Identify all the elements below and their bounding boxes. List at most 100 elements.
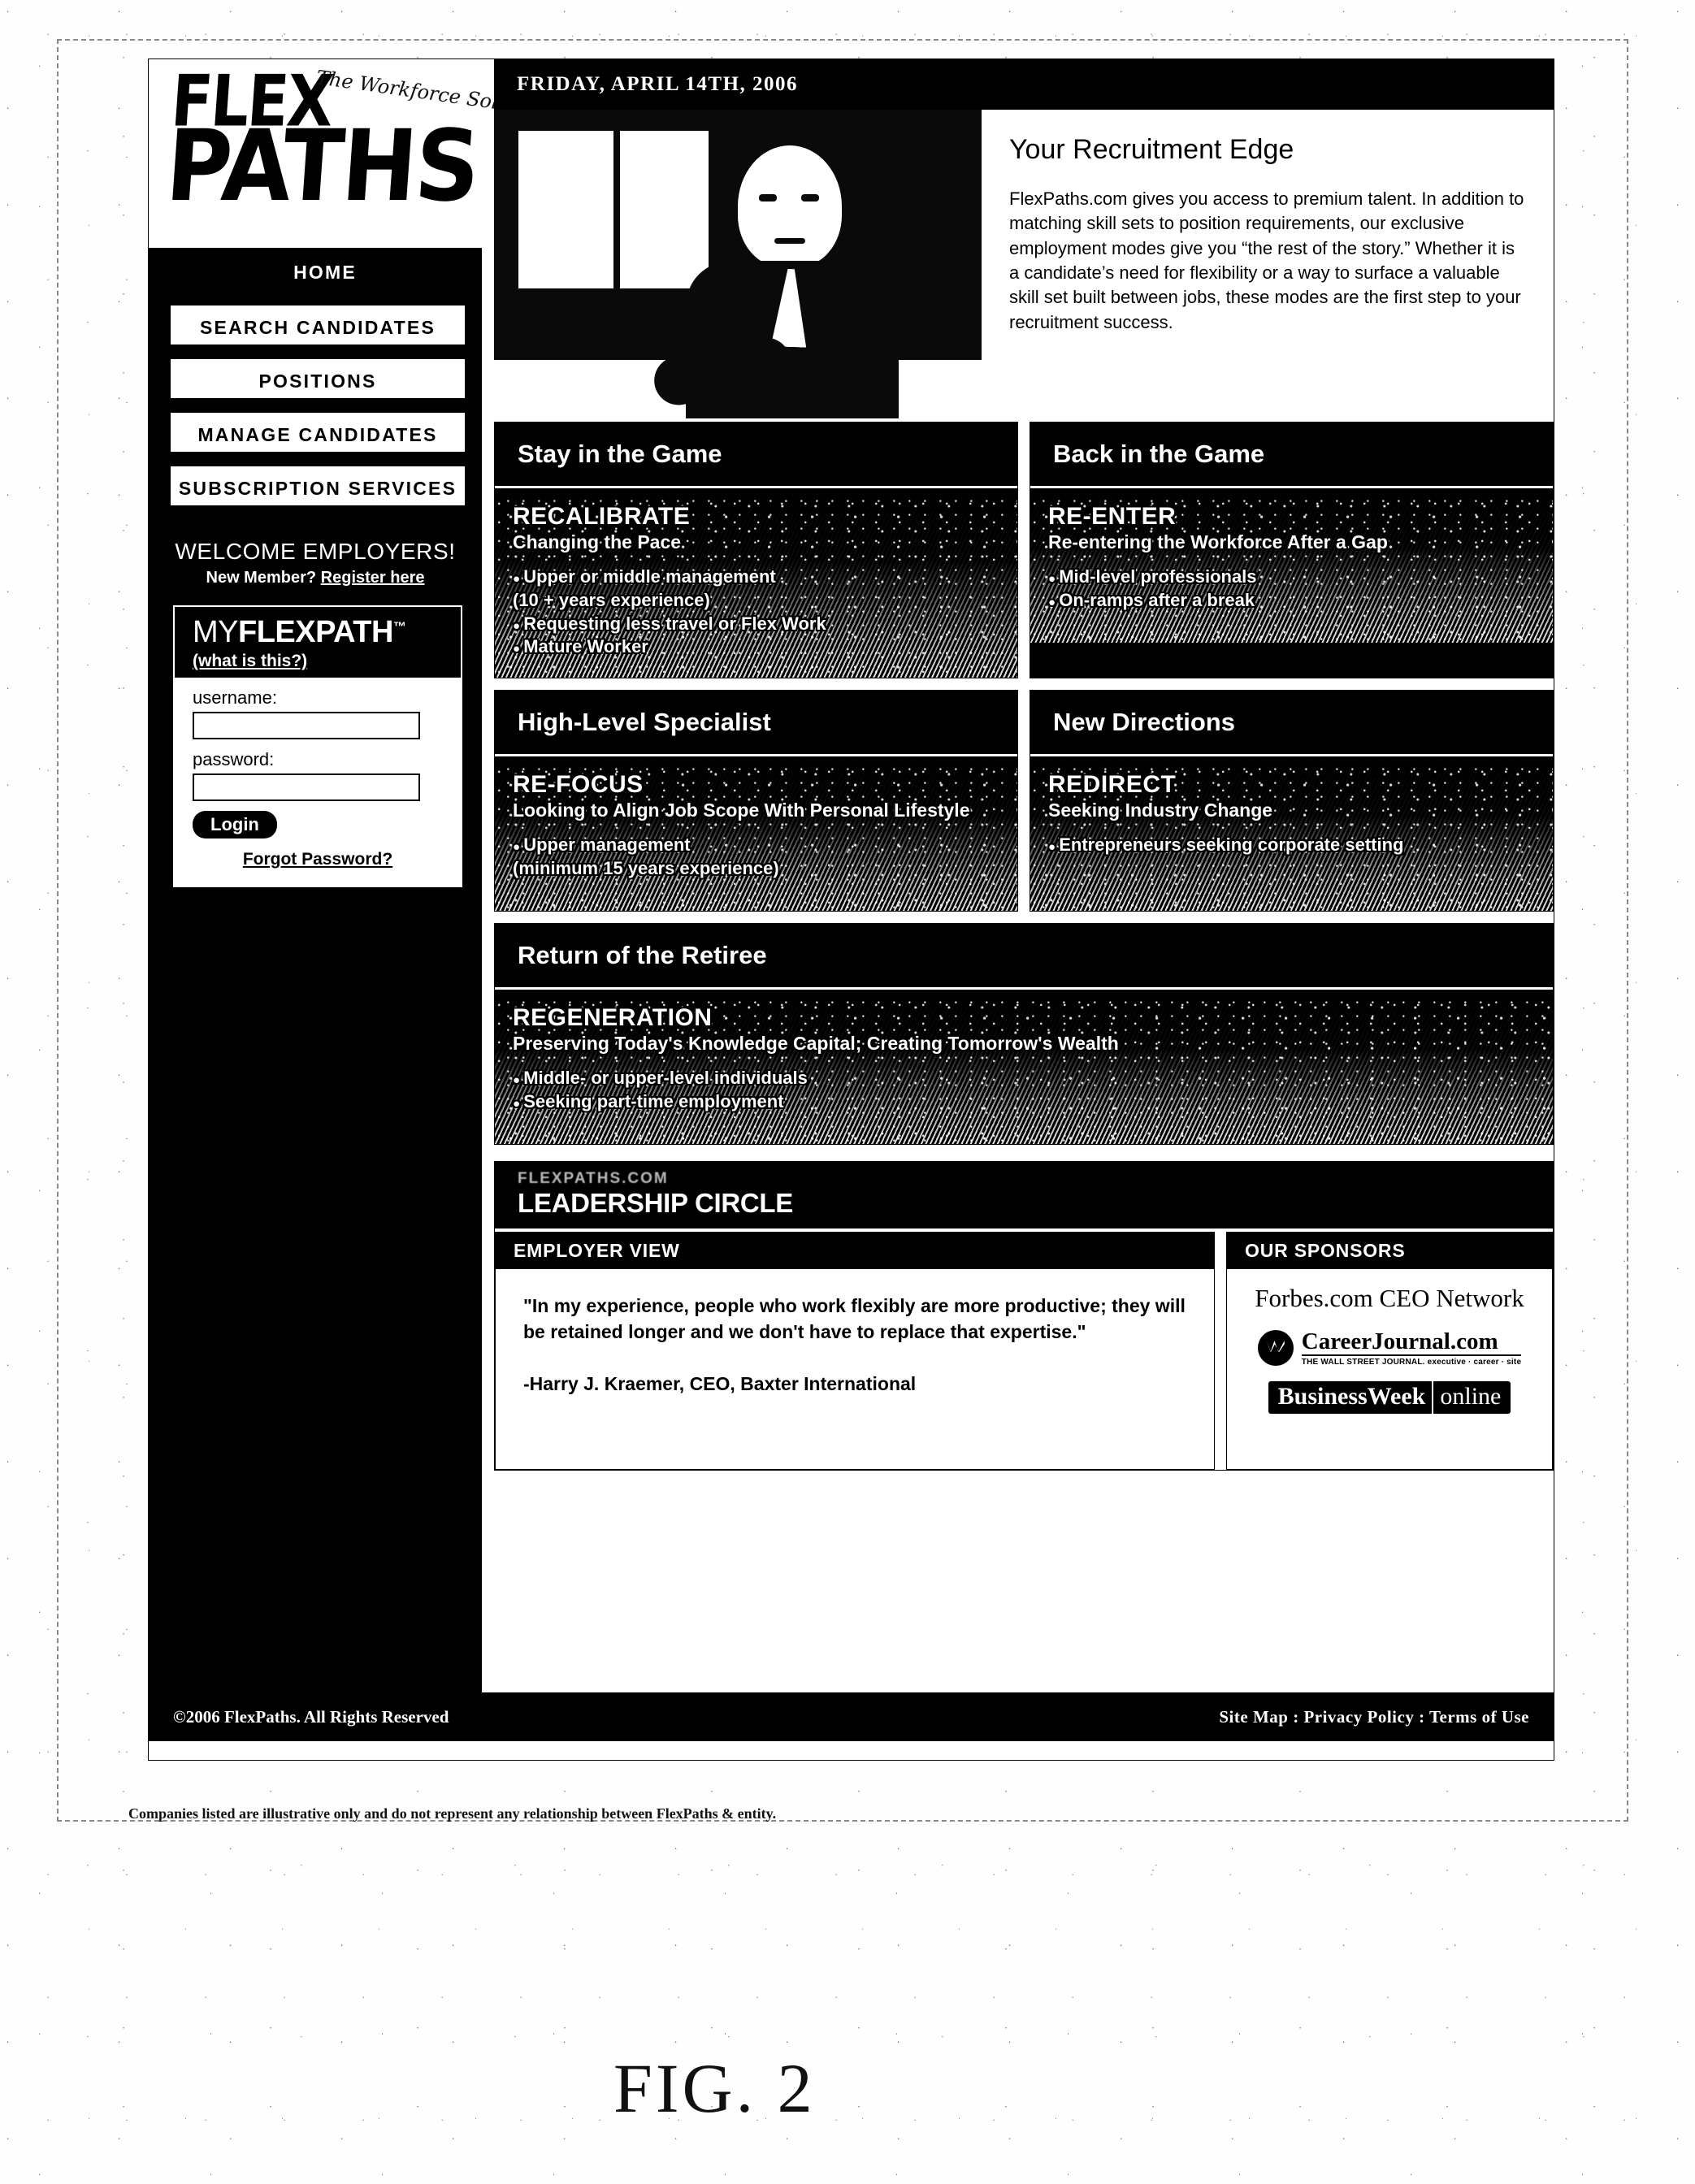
mode-panel-title: High-Level Specialist bbox=[495, 691, 1017, 757]
hero-section: Your Recruitment Edge FlexPaths.com give… bbox=[494, 110, 1554, 422]
login-form: username: password: Login Forgot Passwor… bbox=[175, 678, 461, 886]
leadership-circle-header: FLEXPATHS.COM LEADERSHIP CIRCLE bbox=[495, 1162, 1553, 1229]
hero-body-text: FlexPaths.com gives you access to premiu… bbox=[1009, 188, 1524, 332]
sidebar-nav-list: HOME SEARCH CANDIDATES POSITIONS MANAGE … bbox=[149, 248, 482, 508]
page-footer: ©2006 FlexPaths. All Rights Reserved Sit… bbox=[149, 1692, 1554, 1741]
mode-panel-body: RE-ENTER Re-entering the Workforce After… bbox=[1030, 488, 1553, 643]
welcome-subtitle: New Member? Register here bbox=[149, 569, 482, 587]
mode-panel-body: REDIRECT Seeking Industry Change Entrepr… bbox=[1030, 756, 1553, 912]
footer-copyright: ©2006 FlexPaths. All Rights Reserved bbox=[173, 1706, 449, 1727]
mode-bullet-list: Middle- or upper-level individuals Seeki… bbox=[513, 1068, 1535, 1113]
sponsor-forbes-logo[interactable]: Forbes.com CEO Network bbox=[1235, 1284, 1544, 1313]
mode-subtitle: Looking to Align Job Scope With Personal… bbox=[513, 800, 970, 821]
mode-name-re-enter: RE-ENTER bbox=[1048, 503, 1177, 530]
sidebar-item-positions[interactable]: POSITIONS bbox=[168, 357, 467, 401]
hero-text-block: Your Recruitment Edge FlexPaths.com give… bbox=[982, 110, 1554, 418]
password-input[interactable] bbox=[193, 774, 420, 801]
sponsors-body: Forbes.com CEO Network CareerJournal.com… bbox=[1227, 1269, 1552, 1452]
employer-quote-attribution: -Harry J. Kraemer, CEO, Baxter Internati… bbox=[523, 1372, 917, 1394]
list-item: Middle- or upper-level individuals bbox=[513, 1068, 1535, 1090]
mode-panel-stay-in-the-game[interactable]: Stay in the Game RECALIBRATE Changing th… bbox=[494, 422, 1018, 679]
sponsors-panel: OUR SPONSORS Forbes.com CEO Network Care… bbox=[1226, 1232, 1553, 1471]
figure-label: FIG. 2 bbox=[613, 2049, 816, 2127]
employment-modes-grid: Stay in the Game RECALIBRATE Changing th… bbox=[494, 422, 1554, 1146]
site-logo[interactable]: FLEX PATHS The Workforce Solution bbox=[149, 59, 550, 248]
sidebar: FLEX PATHS The Workforce Solution HOME S… bbox=[149, 59, 550, 1692]
mode-panel-title: Stay in the Game bbox=[495, 422, 1017, 488]
login-button[interactable]: Login bbox=[193, 811, 277, 838]
footer-link-site-map[interactable]: Site Map bbox=[1219, 1707, 1288, 1727]
sidebar-item-home[interactable]: HOME bbox=[168, 248, 482, 292]
mode-panel-new-directions[interactable]: New Directions REDIRECT Seeking Industry… bbox=[1030, 690, 1554, 912]
mode-name-re-focus: RE-FOCUS bbox=[513, 771, 644, 799]
sponsor-careerjournal-logo[interactable]: CareerJournal.com THE WALL STREET JOURNA… bbox=[1235, 1329, 1544, 1367]
list-item: Requesting less travel or Flex Work bbox=[513, 613, 999, 635]
mode-panel-back-in-the-game[interactable]: Back in the Game RE-ENTER Re-entering th… bbox=[1030, 422, 1554, 679]
username-label: username: bbox=[193, 687, 277, 708]
logo-text-paths: PATHS bbox=[163, 108, 483, 223]
trademark-symbol: ™ bbox=[392, 620, 406, 635]
list-item: Upper or middle management bbox=[513, 566, 999, 588]
forgot-password-link[interactable]: Forgot Password? bbox=[193, 850, 443, 869]
footer-link-privacy-policy[interactable]: Privacy Policy bbox=[1303, 1707, 1414, 1727]
footer-links: Site Map : Privacy Policy : Terms of Use bbox=[1219, 1707, 1529, 1727]
web-page-screenshot: FLEX PATHS The Workforce Solution HOME S… bbox=[148, 58, 1554, 1761]
mode-bullet-list: Mid-level professionals On-ramps after a… bbox=[1048, 566, 1535, 612]
sidebar-item-subscription-services[interactable]: SUBSCRIPTION SERVICES bbox=[168, 464, 467, 508]
myflexpath-title-my: MY bbox=[193, 615, 239, 649]
sidebar-item-search-candidates[interactable]: SEARCH CANDIDATES bbox=[168, 303, 467, 347]
register-here-link[interactable]: Register here bbox=[321, 569, 425, 587]
myflexpath-login-box: MYFLEXPATH™ (what is this?) username: pa… bbox=[173, 605, 462, 887]
leadership-circle-title: LEADERSHIP CIRCLE bbox=[518, 1188, 793, 1219]
list-item: Seeking part-time employment bbox=[513, 1091, 1535, 1113]
mode-subtitle: Re-entering the Workforce After a Gap bbox=[1048, 531, 1388, 552]
myflexpath-title: MYFLEXPATH™ bbox=[193, 615, 461, 650]
hero-photo-businessman bbox=[494, 110, 982, 418]
leadership-circle-columns: EMPLOYER VIEW "In my experience, people … bbox=[495, 1232, 1553, 1471]
sidebar-nav-panel: HOME SEARCH CANDIDATES POSITIONS MANAGE … bbox=[149, 248, 482, 1692]
mode-subtitle: Preserving Today's Knowledge Capital; Cr… bbox=[513, 1033, 1119, 1055]
patent-figure-page: FLEX PATHS The Workforce Solution HOME S… bbox=[0, 0, 1695, 2184]
modes-row-1: Stay in the Game RECALIBRATE Changing th… bbox=[494, 422, 1554, 679]
mode-subtitle: Seeking Industry Change bbox=[1048, 800, 1273, 821]
list-item: Mature Worker bbox=[513, 636, 999, 658]
password-label: password: bbox=[193, 749, 275, 769]
mode-panel-body: REGENERATION Preserving Today's Knowledg… bbox=[495, 990, 1553, 1145]
footer-separator-1: : bbox=[1293, 1706, 1299, 1727]
employer-quote: "In my experience, people who work flexi… bbox=[523, 1295, 1186, 1343]
myflexpath-title-flexpath: FLEXPATH bbox=[238, 615, 393, 649]
mode-panel-body: RECALIBRATE Changing the Pace Upper or m… bbox=[495, 488, 1017, 678]
businessweek-online-label: online bbox=[1440, 1382, 1502, 1410]
welcome-block: WELCOME EMPLOYERS! New Member? Register … bbox=[149, 539, 482, 587]
date-bar: FRIDAY, APRIL 14TH, 2006 bbox=[494, 59, 1554, 110]
employer-view-header: EMPLOYER VIEW bbox=[496, 1233, 1214, 1270]
hero-title: Your Recruitment Edge bbox=[1009, 134, 1294, 165]
mode-panel-title: Back in the Game bbox=[1030, 422, 1553, 488]
mode-name-regeneration: REGENERATION bbox=[513, 1004, 713, 1032]
username-input[interactable] bbox=[193, 712, 420, 739]
what-is-this-link[interactable]: (what is this?) bbox=[193, 652, 461, 671]
leadership-circle-kicker: FLEXPATHS.COM bbox=[518, 1170, 669, 1188]
careerjournal-mark-icon bbox=[1257, 1330, 1294, 1367]
current-date: FRIDAY, APRIL 14TH, 2006 bbox=[517, 73, 799, 95]
mode-panel-body: RE-FOCUS Looking to Align Job Scope With… bbox=[495, 756, 1017, 912]
footer-separator-2: : bbox=[1419, 1706, 1425, 1727]
mode-bullet-list: Upper or middle management (10 + years e… bbox=[513, 566, 999, 658]
footer-link-terms-of-use[interactable]: Terms of Use bbox=[1429, 1707, 1529, 1727]
sponsor-businessweek-logo[interactable]: BusinessWeek online bbox=[1268, 1380, 1511, 1414]
new-member-label: New Member? bbox=[206, 569, 317, 587]
mode-panel-title: Return of the Retiree bbox=[495, 924, 1553, 990]
list-item: Mid-level professionals bbox=[1048, 566, 1535, 588]
list-item: (10 + years experience) bbox=[513, 589, 710, 610]
list-item: Upper management bbox=[513, 834, 999, 856]
page-disclaimer: Companies listed are illustrative only a… bbox=[128, 1805, 777, 1822]
modes-row-2: High-Level Specialist RE-FOCUS Looking t… bbox=[494, 690, 1554, 912]
businessweek-name: BusinessWeek bbox=[1277, 1382, 1426, 1410]
sponsors-header: OUR SPONSORS bbox=[1227, 1233, 1552, 1270]
sidebar-item-manage-candidates[interactable]: MANAGE CANDIDATES bbox=[168, 410, 467, 454]
mode-subtitle: Changing the Pace bbox=[513, 531, 682, 552]
mode-bullet-list: Upper management (minimum 15 years exper… bbox=[513, 834, 999, 880]
careerjournal-name: CareerJournal.com bbox=[1301, 1329, 1522, 1356]
mode-panel-return-of-the-retiree[interactable]: Return of the Retiree REGENERATION Prese… bbox=[494, 923, 1554, 1146]
mode-panel-high-level-specialist[interactable]: High-Level Specialist RE-FOCUS Looking t… bbox=[494, 690, 1018, 912]
